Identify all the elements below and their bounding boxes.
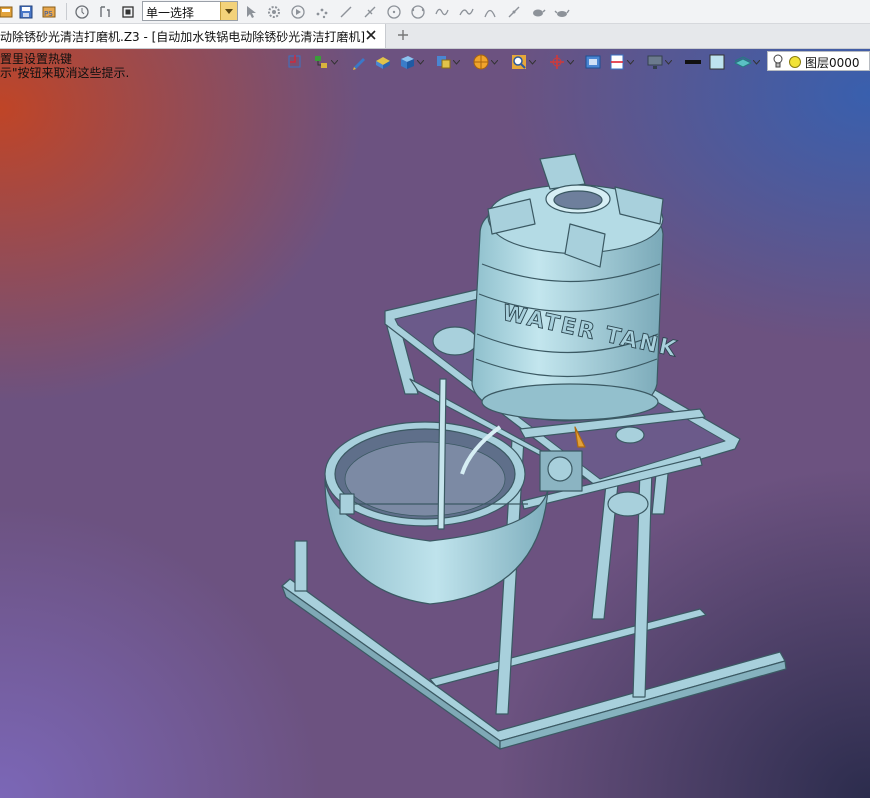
arc-icon[interactable] (408, 2, 428, 21)
save-icon[interactable] (16, 2, 36, 21)
plus-icon[interactable] (395, 27, 411, 43)
curve-icon[interactable] (456, 2, 476, 21)
spline-icon[interactable] (480, 2, 500, 21)
toolbar-separator (66, 3, 67, 20)
close-icon[interactable] (364, 28, 378, 42)
3d-viewport[interactable]: 置里设置热键 示"按钮来取消这些提示. 图层0000 WATER TANK (0, 49, 870, 798)
teapot-alt-icon[interactable] (552, 2, 572, 21)
app-icon[interactable] (0, 2, 16, 21)
document-tab-title: 动除锈砂光清洁打磨机.Z3 - [自动加水铁锅电动除锈砂光清洁打磨机] (0, 30, 365, 44)
circle-icon[interactable] (384, 2, 404, 21)
svg-text:PS: PS (44, 10, 53, 18)
chevron-down-icon[interactable] (220, 2, 237, 20)
trim-icon[interactable] (360, 2, 380, 21)
gear-select-icon[interactable] (264, 2, 284, 21)
main-toolbar: PS 单一选择 (0, 0, 870, 24)
play-icon[interactable] (288, 2, 308, 21)
machine-model[interactable]: WATER TANK (0, 49, 870, 798)
teapot-icon[interactable] (528, 2, 548, 21)
step-icon[interactable] (95, 2, 115, 21)
selection-mode-value: 单一选择 (146, 6, 195, 20)
cursor-icon[interactable] (241, 2, 261, 21)
stop-icon[interactable] (118, 2, 138, 21)
document-tab-bar: 动除锈砂光清洁打磨机.Z3 - [自动加水铁锅电动除锈砂光清洁打磨机] (0, 24, 870, 49)
selection-mode-dropdown[interactable]: 单一选择 (142, 1, 238, 21)
line-icon[interactable] (336, 2, 356, 21)
sine-icon[interactable] (432, 2, 452, 21)
smooth-icon[interactable] (504, 2, 524, 21)
export-icon[interactable]: PS (39, 2, 59, 21)
points-icon[interactable] (312, 2, 332, 21)
document-tab[interactable]: 动除锈砂光清洁打磨机.Z3 - [自动加水铁锅电动除锈砂光清洁打磨机] (0, 24, 386, 48)
rotate-icon[interactable] (72, 2, 92, 21)
